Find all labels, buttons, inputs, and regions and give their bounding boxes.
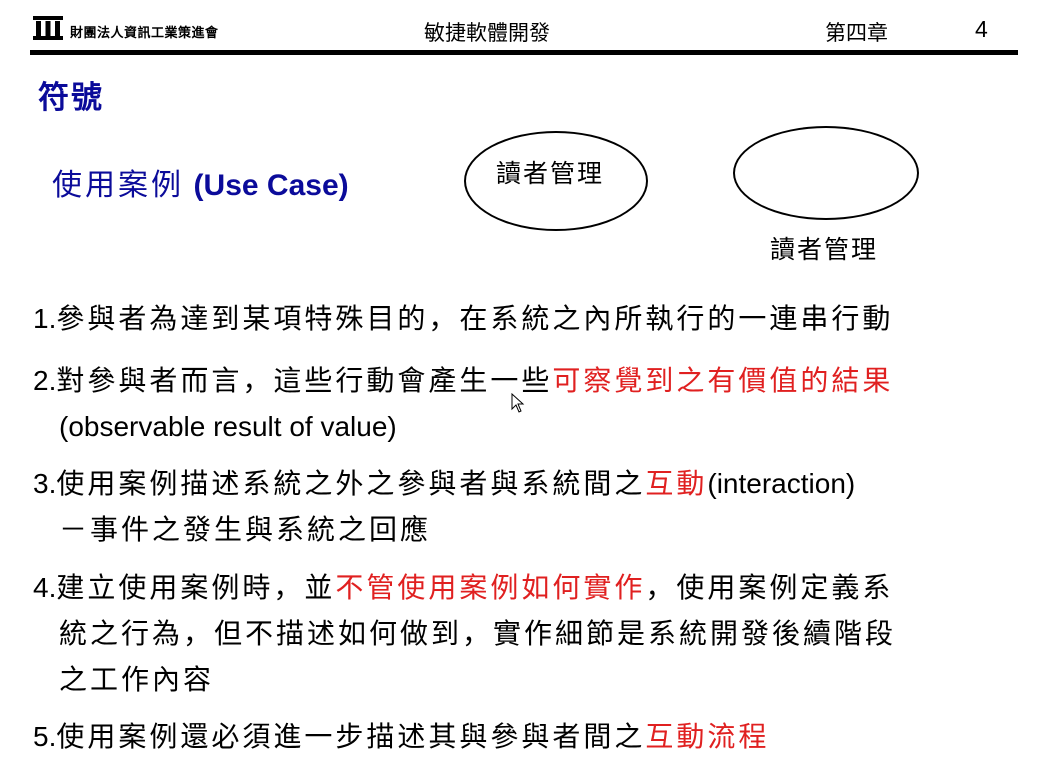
list-item-5: 5.使用案例還必須進一步描述其與參與者間之互動流程 [33, 714, 769, 760]
item-text-continued: －事件之發生與系統之回應 [59, 513, 432, 546]
item-text: 使用案例還必須進一步描述其與參與者間之 [56, 720, 646, 753]
item-emphasis: 可察覺到之有價值的結果 [552, 364, 894, 397]
item-text: 建立使用案例時，並 [56, 571, 336, 604]
item-number: 1. [33, 303, 57, 334]
item-text-continued: (observable result of value) [59, 411, 397, 442]
item-text: 參與者為達到某項特殊目的，在系統之內所執行的一連串行動 [56, 302, 894, 335]
item-number: 2. [33, 365, 57, 396]
item-number: 3. [33, 468, 57, 499]
list-item-2: 2.對參與者而言，這些行動會產生一些可察覺到之有價值的結果 (observable… [33, 358, 893, 450]
page-number: 4 [975, 16, 988, 42]
list-item-1: 1.參與者為達到某項特殊目的，在系統之內所執行的一連串行動 [33, 296, 893, 342]
item-number: 4. [33, 572, 57, 603]
usecase-ellipse-empty [733, 126, 919, 220]
mouse-pointer-icon [511, 393, 525, 413]
usecase-heading-en: (Use Case) [193, 169, 349, 202]
item-emphasis: 互動流程 [645, 720, 770, 753]
usecase-ellipse-label: 讀者管理 [496, 159, 605, 188]
usecase-heading: 使用案例 (Use Case) [52, 160, 349, 204]
item-text-continued: 之工作內容 [59, 663, 215, 696]
item-text: ，使用案例定義系 [645, 571, 894, 604]
item-emphasis: 不管使用案例如何實作 [335, 571, 646, 604]
section-title: 符號 [38, 80, 104, 116]
usecase-heading-zh: 使用案例 [52, 168, 184, 203]
chapter-label: 第四章 [825, 21, 888, 45]
item-text-continued: 統之行為，但不描述如何做到，實作細節是系統開發後續階段 [59, 617, 897, 650]
item-emphasis: 互動 [645, 467, 708, 500]
building-logo-icon [33, 16, 63, 40]
item-english-term: (interaction) [707, 468, 856, 499]
usecase-below-label: 讀者管理 [770, 235, 879, 264]
slide-header: 財團法人資訊工業策進會 敏捷軟體開發 第四章 4 [0, 0, 1047, 56]
org-name: 財團法人資訊工業策進會 [70, 26, 219, 41]
list-item-3: 3.使用案例描述系統之外之參與者與系統間之互動(interaction) －事件之… [33, 461, 855, 553]
item-text: 對參與者而言，這些行動會產生一些 [56, 364, 553, 397]
item-number: 5. [33, 721, 57, 752]
list-item-4: 4.建立使用案例時，並不管使用案例如何實作，使用案例定義系統之行為，但不描述如何… [33, 565, 896, 703]
course-title: 敏捷軟體開發 [424, 21, 550, 45]
item-text: 使用案例描述系統之外之參與者與系統間之 [56, 467, 646, 500]
header-divider [30, 50, 1018, 55]
